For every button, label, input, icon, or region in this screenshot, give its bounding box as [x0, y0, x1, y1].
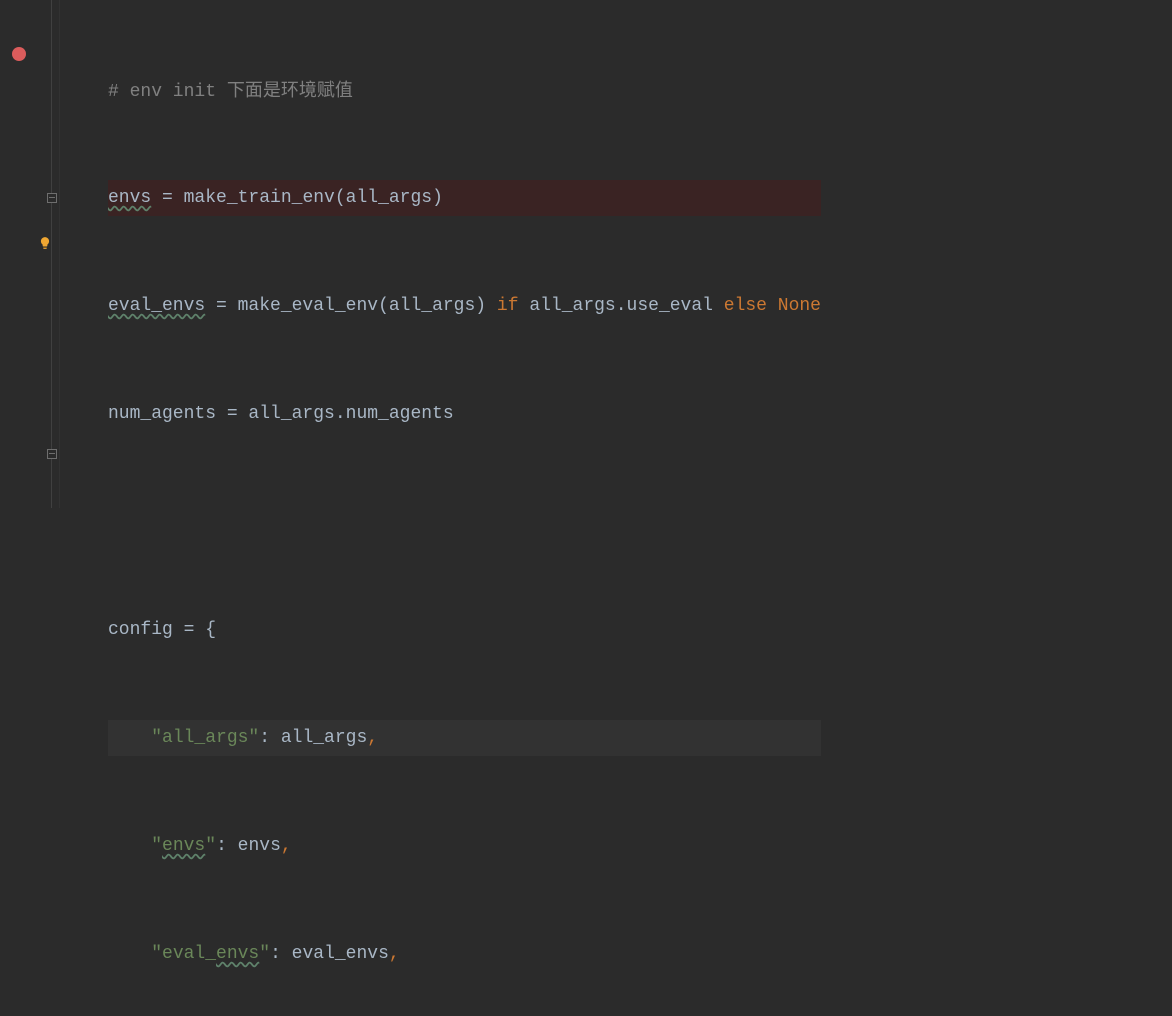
variable: eval_envs [108, 296, 205, 316]
code-line[interactable]: config = { [108, 612, 821, 648]
code-line[interactable]: envs = make_train_env(all_args) [108, 180, 821, 216]
code-line[interactable]: eval_envs = make_eval_env(all_args) if a… [108, 288, 821, 324]
code-area[interactable]: # env init 下面是环境赋值 envs = make_train_env… [60, 0, 821, 508]
code-line[interactable]: "envs": envs, [108, 828, 821, 864]
code-line[interactable]: "all_args": all_args, [108, 720, 821, 756]
function-call: make_eval_env [238, 296, 378, 316]
dict-key: "all_args" [151, 728, 259, 748]
keyword-none: None [778, 296, 821, 316]
breakpoint-marker[interactable] [12, 47, 26, 61]
code-line[interactable]: # env init 下面是环境赋值 [108, 72, 821, 108]
fold-collapse-icon[interactable] [47, 193, 57, 203]
editor-gutter[interactable] [0, 0, 60, 508]
dict-key: "eval_envs" [151, 944, 270, 964]
function-call: make_train_env [184, 188, 335, 208]
variable: envs [108, 188, 151, 208]
comment: # env init 下面是环境赋值 [108, 82, 353, 102]
code-line[interactable] [108, 504, 821, 540]
keyword-else: else [724, 296, 767, 316]
fold-line [51, 459, 52, 508]
code-line[interactable]: "eval_envs": eval_envs, [108, 936, 821, 972]
fold-collapse-icon[interactable] [47, 449, 57, 459]
dict-key: "envs" [151, 836, 216, 856]
keyword-if: if [497, 296, 519, 316]
lightbulb-icon[interactable] [38, 228, 52, 242]
code-editor[interactable]: # env init 下面是环境赋值 envs = make_train_env… [0, 0, 1172, 508]
code-line[interactable]: num_agents = all_args.num_agents [108, 396, 821, 432]
fold-line [51, 0, 52, 196]
